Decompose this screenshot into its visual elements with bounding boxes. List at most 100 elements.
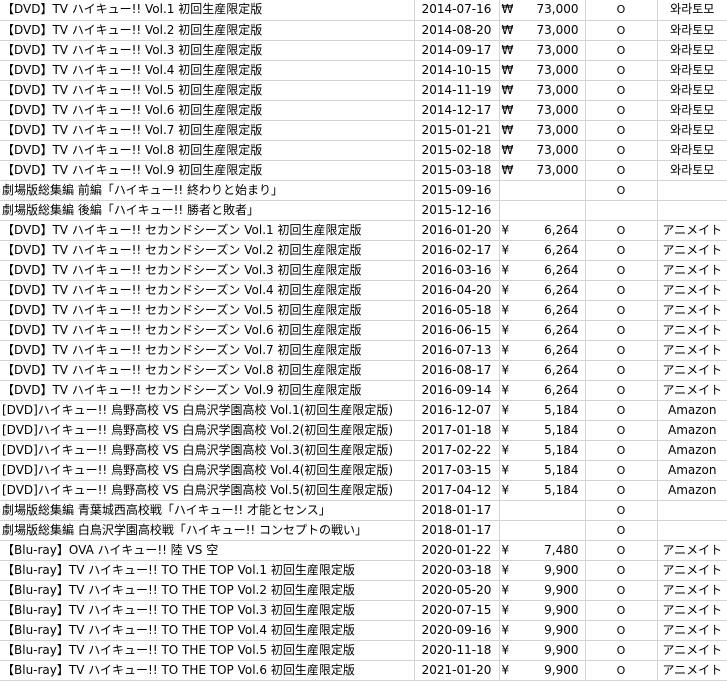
price-cell[interactable]: 5,184: [517, 400, 586, 421]
owned-mark-cell[interactable]: O: [585, 60, 658, 81]
currency-cell[interactable]: ₩: [499, 80, 517, 101]
price-cell[interactable]: 6,264: [517, 220, 586, 241]
price-cell[interactable]: 5,184: [517, 460, 586, 481]
owned-mark-cell[interactable]: [585, 200, 658, 221]
title-cell[interactable]: 【Blu-ray】TV ハイキュー!! TO THE TOP Vol.1 初回生…: [0, 560, 415, 581]
price-cell[interactable]: 5,184: [517, 480, 586, 501]
currency-cell[interactable]: [499, 200, 517, 221]
owned-mark-cell[interactable]: O: [585, 100, 658, 121]
currency-cell[interactable]: ¥: [499, 580, 517, 601]
currency-cell[interactable]: ¥: [499, 660, 517, 681]
release-date-cell[interactable]: 2016-05-18: [414, 300, 500, 321]
price-cell[interactable]: 9,900: [517, 600, 586, 621]
price-cell[interactable]: 73,000: [517, 40, 586, 61]
title-cell[interactable]: 【Blu-ray】TV ハイキュー!! TO THE TOP Vol.3 初回生…: [0, 600, 415, 621]
title-cell[interactable]: 【Blu-ray】TV ハイキュー!! TO THE TOP Vol.5 初回生…: [0, 640, 415, 661]
store-cell[interactable]: 와라토모: [657, 20, 727, 41]
store-cell[interactable]: Amazon: [657, 460, 727, 481]
title-cell[interactable]: 劇場版総集編 前編「ハイキュー!! 終わりと始まり」: [0, 180, 415, 201]
release-date-cell[interactable]: 2017-03-15: [414, 460, 500, 481]
currency-cell[interactable]: ¥: [499, 600, 517, 621]
store-cell[interactable]: アニメイト: [657, 340, 727, 361]
store-cell[interactable]: 와라토모: [657, 100, 727, 121]
currency-cell[interactable]: ₩: [499, 20, 517, 41]
store-cell[interactable]: アニメイト: [657, 660, 727, 681]
owned-mark-cell[interactable]: O: [585, 540, 658, 561]
price-cell[interactable]: 9,900: [517, 660, 586, 681]
currency-cell[interactable]: ¥: [499, 360, 517, 381]
title-cell[interactable]: [DVD]ハイキュー!! 烏野高校 VS 白鳥沢学園高校 Vol.2(初回生産限…: [0, 420, 415, 441]
price-cell[interactable]: 73,000: [517, 140, 586, 161]
currency-cell[interactable]: ¥: [499, 280, 517, 301]
owned-mark-cell[interactable]: O: [585, 660, 658, 681]
owned-mark-cell[interactable]: O: [585, 640, 658, 661]
store-cell[interactable]: アニメイト: [657, 620, 727, 641]
price-cell[interactable]: 9,900: [517, 580, 586, 601]
currency-cell[interactable]: ¥: [499, 420, 517, 441]
price-cell[interactable]: 73,000: [517, 20, 586, 41]
store-cell[interactable]: アニメイト: [657, 300, 727, 321]
release-date-cell[interactable]: 2018-01-17: [414, 500, 500, 521]
owned-mark-cell[interactable]: O: [585, 140, 658, 161]
store-cell[interactable]: アニメイト: [657, 560, 727, 581]
price-cell[interactable]: [517, 180, 586, 201]
title-cell[interactable]: 【DVD】TV ハイキュー!! Vol.7 初回生産限定版: [0, 120, 415, 141]
price-cell[interactable]: 6,264: [517, 240, 586, 261]
price-cell[interactable]: 6,264: [517, 340, 586, 361]
store-cell[interactable]: Amazon: [657, 480, 727, 501]
price-cell[interactable]: 6,264: [517, 280, 586, 301]
title-cell[interactable]: [DVD]ハイキュー!! 烏野高校 VS 白鳥沢学園高校 Vol.5(初回生産限…: [0, 480, 415, 501]
release-date-cell[interactable]: 2016-06-15: [414, 320, 500, 341]
release-date-cell[interactable]: 2015-01-21: [414, 120, 500, 141]
price-cell[interactable]: [517, 500, 586, 521]
currency-cell[interactable]: ¥: [499, 260, 517, 281]
currency-cell[interactable]: ¥: [499, 240, 517, 261]
owned-mark-cell[interactable]: O: [585, 420, 658, 441]
release-date-cell[interactable]: 2017-01-18: [414, 420, 500, 441]
owned-mark-cell[interactable]: O: [585, 340, 658, 361]
store-cell[interactable]: Amazon: [657, 400, 727, 421]
release-date-cell[interactable]: 2016-12-07: [414, 400, 500, 421]
currency-cell[interactable]: ¥: [499, 400, 517, 421]
release-date-cell[interactable]: 2021-01-20: [414, 660, 500, 681]
currency-cell[interactable]: [499, 180, 517, 201]
title-cell[interactable]: 【DVD】TV ハイキュー!! Vol.5 初回生産限定版: [0, 80, 415, 101]
currency-cell[interactable]: ¥: [499, 220, 517, 241]
store-cell[interactable]: [657, 200, 727, 221]
release-date-cell[interactable]: 2016-03-16: [414, 260, 500, 281]
title-cell[interactable]: 【DVD】TV ハイキュー!! Vol.3 初回生産限定版: [0, 40, 415, 61]
owned-mark-cell[interactable]: O: [585, 300, 658, 321]
price-cell[interactable]: 73,000: [517, 120, 586, 141]
price-cell[interactable]: 73,000: [517, 0, 586, 21]
price-cell[interactable]: 9,900: [517, 640, 586, 661]
title-cell[interactable]: 劇場版総集編 白鳥沢学園高校戦「ハイキュー!! コンセプトの戦い」: [0, 520, 415, 541]
release-date-cell[interactable]: 2016-07-13: [414, 340, 500, 361]
store-cell[interactable]: 와라토모: [657, 140, 727, 161]
title-cell[interactable]: 【DVD】TV ハイキュー!! セカンドシーズン Vol.7 初回生産限定版: [0, 340, 415, 361]
release-date-cell[interactable]: 2014-10-15: [414, 60, 500, 81]
release-date-cell[interactable]: 2020-09-16: [414, 620, 500, 641]
price-cell[interactable]: 73,000: [517, 160, 586, 181]
title-cell[interactable]: 【Blu-ray】TV ハイキュー!! TO THE TOP Vol.2 初回生…: [0, 580, 415, 601]
store-cell[interactable]: アニメイト: [657, 260, 727, 281]
title-cell[interactable]: 【DVD】TV ハイキュー!! Vol.8 初回生産限定版: [0, 140, 415, 161]
owned-mark-cell[interactable]: O: [585, 480, 658, 501]
title-cell[interactable]: 【DVD】TV ハイキュー!! Vol.9 初回生産限定版: [0, 160, 415, 181]
title-cell[interactable]: 【DVD】TV ハイキュー!! セカンドシーズン Vol.8 初回生産限定版: [0, 360, 415, 381]
release-date-cell[interactable]: 2016-04-20: [414, 280, 500, 301]
owned-mark-cell[interactable]: O: [585, 0, 658, 21]
title-cell[interactable]: 劇場版総集編 後編「ハイキュー!! 勝者と敗者」: [0, 200, 415, 221]
release-date-cell[interactable]: 2020-01-22: [414, 540, 500, 561]
release-date-cell[interactable]: 2018-01-17: [414, 520, 500, 541]
owned-mark-cell[interactable]: O: [585, 360, 658, 381]
release-date-cell[interactable]: 2014-11-19: [414, 80, 500, 101]
release-date-cell[interactable]: 2015-12-16: [414, 200, 500, 221]
price-cell[interactable]: 5,184: [517, 440, 586, 461]
price-cell[interactable]: [517, 200, 586, 221]
title-cell[interactable]: 【DVD】TV ハイキュー!! セカンドシーズン Vol.2 初回生産限定版: [0, 240, 415, 261]
release-date-cell[interactable]: 2016-02-17: [414, 240, 500, 261]
store-cell[interactable]: [657, 500, 727, 521]
title-cell[interactable]: 【DVD】TV ハイキュー!! セカンドシーズン Vol.3 初回生産限定版: [0, 260, 415, 281]
owned-mark-cell[interactable]: O: [585, 160, 658, 181]
title-cell[interactable]: [DVD]ハイキュー!! 烏野高校 VS 白鳥沢学園高校 Vol.4(初回生産限…: [0, 460, 415, 481]
